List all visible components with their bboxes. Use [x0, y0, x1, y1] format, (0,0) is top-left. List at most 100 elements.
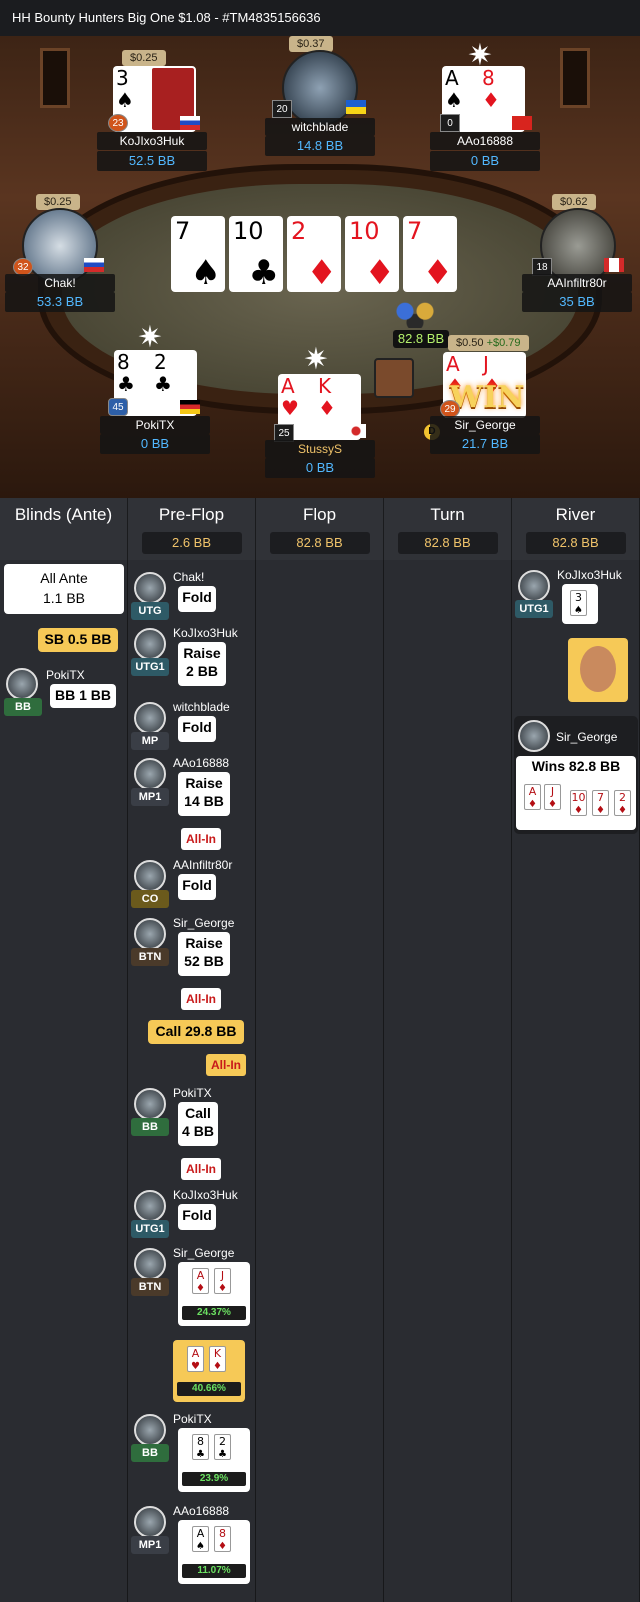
- seat-name[interactable]: Chak!: [5, 274, 115, 292]
- seat-name[interactable]: StussyS: [265, 440, 375, 458]
- hero-call-bubble: Call 29.8 BB: [148, 1020, 244, 1044]
- player-avatar: [134, 860, 166, 892]
- position-badge: MP: [131, 732, 169, 750]
- mucked-card: 3 ♠: [562, 584, 598, 624]
- seat-stack: 0 BB: [430, 151, 540, 171]
- board-card-5: 7 ♦: [403, 216, 457, 292]
- column-header-turn: Turn 82.8 BB: [384, 498, 512, 560]
- action-timeline: Blinds (Ante) Pre-Flop 2.6 BB Flop 82.8 BB…: [0, 498, 640, 1602]
- seat-stack: 53.3 BB: [5, 292, 115, 312]
- big-blind-bubble: BB 1 BB: [50, 684, 116, 708]
- card-mini: A ♠: [192, 1526, 209, 1552]
- player-avatar[interactable]: [282, 50, 358, 126]
- column-header-blinds: Blinds (Ante): [0, 498, 128, 560]
- busted-crack-icon: ✷: [467, 39, 493, 72]
- seat-name[interactable]: AAInfiltr80r: [522, 274, 632, 292]
- player-name: witchblade: [173, 700, 230, 714]
- player-name: PokiTX: [173, 1412, 212, 1426]
- player-avatar: [134, 1088, 166, 1120]
- player-avatar: [518, 570, 550, 602]
- card-mini: J ♦: [214, 1268, 231, 1294]
- board-card-2: 10 ♣: [229, 216, 283, 292]
- seat-name[interactable]: Sir_George: [430, 416, 540, 434]
- player-name: Sir_George: [173, 1246, 235, 1260]
- player-avatar: [6, 668, 38, 700]
- player-avatar: [134, 1248, 166, 1280]
- position-badge: MP1: [131, 788, 169, 806]
- showdown-hand: A ♦ J ♦ 24.37%: [178, 1262, 250, 1326]
- seat-name[interactable]: KoJIxo3Huk: [97, 132, 207, 150]
- player-name: PokiTX: [173, 1086, 212, 1100]
- action-bubble: Raise 14 BB: [178, 772, 230, 816]
- seat-bet: $0.25: [122, 50, 166, 66]
- seat-name[interactable]: witchblade: [265, 118, 375, 136]
- action-bubble: Raise 52 BB: [178, 932, 230, 976]
- board-card-4: 10 ♦: [345, 216, 399, 292]
- card-mini: K ♦: [209, 1346, 226, 1372]
- bounty-level-badge: 0: [440, 114, 460, 132]
- all-in-badge: All-In: [181, 1158, 221, 1180]
- equity-label: 11.07%: [182, 1564, 246, 1578]
- poker-table: 7 ♠ 10 ♣ 2 ♦ 10 ♦ 7 ♦ 82.8 BB $0.25 3 ♠ 23 KoJ…: [0, 36, 640, 498]
- card-mini: J ♦: [544, 784, 561, 810]
- winner-name: Sir_George: [556, 730, 618, 744]
- position-badge: UTG1: [131, 1220, 169, 1238]
- flag-ukraine-icon: [346, 100, 366, 114]
- player-name: KoJIxo3Huk: [173, 626, 238, 640]
- column-header-river: River 82.8 BB: [512, 498, 640, 560]
- position-badge: MP1: [131, 1536, 169, 1554]
- player-avatar[interactable]: [22, 208, 98, 284]
- position-badge: CO: [131, 890, 169, 908]
- card-mini: A ♦: [192, 1268, 209, 1294]
- saloon-window: [560, 48, 590, 108]
- player-avatar: [134, 1506, 166, 1538]
- action-bubble: Fold: [178, 586, 216, 612]
- player-avatar: [134, 628, 166, 660]
- hero-showdown-hand: A ♥ K ♦ 40.66%: [173, 1340, 245, 1402]
- player-name: PokiTX: [46, 668, 85, 682]
- equity-label: 23.9%: [182, 1472, 246, 1486]
- position-badge: BB: [131, 1118, 169, 1136]
- all-in-badge: All-In: [181, 828, 221, 850]
- position-badge: UTG1: [515, 600, 553, 618]
- player-name: AAo16888: [173, 756, 230, 770]
- all-in-badge: All-In: [206, 1054, 246, 1076]
- column-blinds: [0, 560, 128, 1602]
- position-badge: BB: [131, 1444, 169, 1462]
- seat-bet: $0.50 +$0.79: [448, 335, 529, 351]
- board-card-1: 7 ♠: [171, 216, 225, 292]
- all-in-badge: All-In: [181, 988, 221, 1010]
- hero-emoji-bubble: [568, 638, 628, 702]
- seat-stack: 52.5 BB: [97, 151, 207, 171]
- seat-name[interactable]: AAo16888: [430, 132, 540, 150]
- saloon-window: [40, 48, 70, 108]
- action-bubble: Fold: [178, 874, 216, 900]
- column-flop: [256, 560, 384, 1602]
- column-turn: [384, 560, 512, 1602]
- action-bubble: Raise 2 BB: [178, 642, 226, 686]
- seat-stack: 0 BB: [265, 458, 375, 478]
- flag-russia-icon: [180, 116, 200, 130]
- busted-crack-icon: ✷: [303, 343, 329, 376]
- seat-name[interactable]: PokiTX: [100, 416, 210, 434]
- bounty-level-badge: 23: [108, 114, 128, 132]
- card-mini: A ♦: [524, 784, 541, 810]
- position-badge: BB: [4, 698, 42, 716]
- card-mini: 7 ♦: [592, 790, 609, 816]
- action-bubble: Call 4 BB: [178, 1102, 218, 1146]
- player-name: AAo16888: [173, 1504, 230, 1518]
- busted-crack-icon: ✷: [137, 321, 163, 354]
- seat-stack: 21.7 BB: [430, 434, 540, 454]
- card-mini: 8 ♣: [192, 1434, 209, 1460]
- position-badge: BTN: [131, 948, 169, 966]
- card-mini: 2 ♣: [214, 1434, 231, 1460]
- card-mini: 10 ♦: [570, 790, 587, 816]
- winning-hand: Wins 82.8 BB A ♦ J ♦ 10 ♦ 7 ♦ 2 ♦: [516, 756, 636, 830]
- emoji-avatar-icon: [374, 358, 414, 398]
- position-badge: UTG: [131, 602, 169, 620]
- action-bubble: Fold: [178, 716, 216, 742]
- ante-bubble: All Ante 1.1 BB: [4, 564, 124, 614]
- card-mini: 2 ♦: [614, 790, 631, 816]
- card-mini: 8 ♦: [214, 1526, 231, 1552]
- player-name: Sir_George: [173, 916, 235, 930]
